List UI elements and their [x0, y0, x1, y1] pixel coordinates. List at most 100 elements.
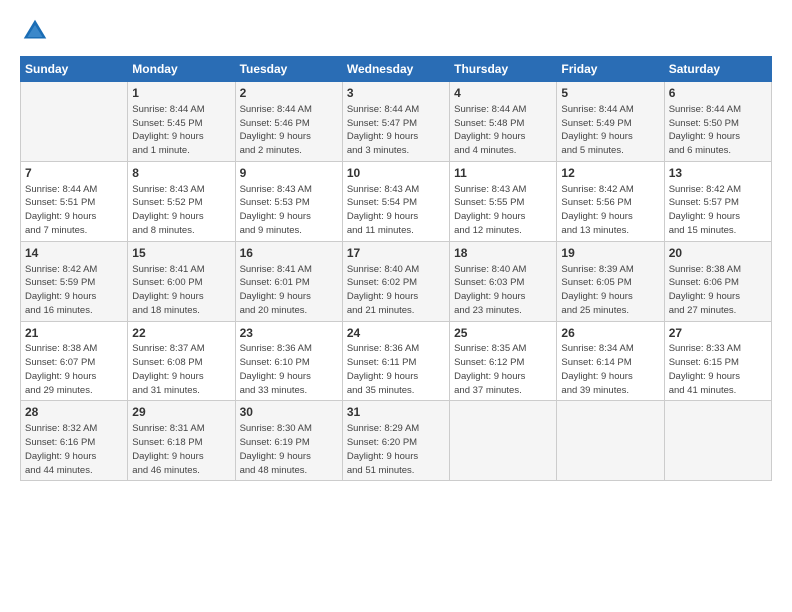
day-cell: 4Sunrise: 8:44 AMSunset: 5:48 PMDaylight… — [450, 82, 557, 162]
day-number: 24 — [347, 325, 445, 342]
day-cell: 2Sunrise: 8:44 AMSunset: 5:46 PMDaylight… — [235, 82, 342, 162]
day-info: Sunrise: 8:39 AMSunset: 6:05 PMDaylight:… — [561, 263, 659, 318]
header-cell-monday: Monday — [128, 57, 235, 82]
day-info: Sunrise: 8:38 AMSunset: 6:06 PMDaylight:… — [669, 263, 767, 318]
header-cell-tuesday: Tuesday — [235, 57, 342, 82]
day-number: 21 — [25, 325, 123, 342]
header-cell-sunday: Sunday — [21, 57, 128, 82]
day-number: 26 — [561, 325, 659, 342]
day-cell: 16Sunrise: 8:41 AMSunset: 6:01 PMDayligh… — [235, 241, 342, 321]
day-cell: 17Sunrise: 8:40 AMSunset: 6:02 PMDayligh… — [342, 241, 449, 321]
day-number: 3 — [347, 85, 445, 102]
day-number: 9 — [240, 165, 338, 182]
day-cell: 13Sunrise: 8:42 AMSunset: 5:57 PMDayligh… — [664, 161, 771, 241]
day-number: 1 — [132, 85, 230, 102]
week-row-3: 14Sunrise: 8:42 AMSunset: 5:59 PMDayligh… — [21, 241, 772, 321]
day-cell: 8Sunrise: 8:43 AMSunset: 5:52 PMDaylight… — [128, 161, 235, 241]
day-info: Sunrise: 8:38 AMSunset: 6:07 PMDaylight:… — [25, 342, 123, 397]
day-info: Sunrise: 8:43 AMSunset: 5:54 PMDaylight:… — [347, 183, 445, 238]
day-info: Sunrise: 8:36 AMSunset: 6:10 PMDaylight:… — [240, 342, 338, 397]
day-info: Sunrise: 8:31 AMSunset: 6:18 PMDaylight:… — [132, 422, 230, 477]
day-cell: 14Sunrise: 8:42 AMSunset: 5:59 PMDayligh… — [21, 241, 128, 321]
day-cell: 26Sunrise: 8:34 AMSunset: 6:14 PMDayligh… — [557, 321, 664, 401]
day-cell: 30Sunrise: 8:30 AMSunset: 6:19 PMDayligh… — [235, 401, 342, 481]
day-cell: 15Sunrise: 8:41 AMSunset: 6:00 PMDayligh… — [128, 241, 235, 321]
day-number: 31 — [347, 404, 445, 421]
header — [20, 16, 772, 46]
calendar-page: SundayMondayTuesdayWednesdayThursdayFrid… — [0, 0, 792, 612]
week-row-4: 21Sunrise: 8:38 AMSunset: 6:07 PMDayligh… — [21, 321, 772, 401]
day-number: 13 — [669, 165, 767, 182]
day-number: 11 — [454, 165, 552, 182]
day-cell: 9Sunrise: 8:43 AMSunset: 5:53 PMDaylight… — [235, 161, 342, 241]
day-number: 17 — [347, 245, 445, 262]
day-number: 29 — [132, 404, 230, 421]
day-number: 14 — [25, 245, 123, 262]
day-number: 19 — [561, 245, 659, 262]
day-cell: 24Sunrise: 8:36 AMSunset: 6:11 PMDayligh… — [342, 321, 449, 401]
day-number: 5 — [561, 85, 659, 102]
week-row-1: 1Sunrise: 8:44 AMSunset: 5:45 PMDaylight… — [21, 82, 772, 162]
day-number: 20 — [669, 245, 767, 262]
day-info: Sunrise: 8:36 AMSunset: 6:11 PMDaylight:… — [347, 342, 445, 397]
day-number: 18 — [454, 245, 552, 262]
day-cell: 3Sunrise: 8:44 AMSunset: 5:47 PMDaylight… — [342, 82, 449, 162]
logo — [20, 16, 54, 46]
day-info: Sunrise: 8:37 AMSunset: 6:08 PMDaylight:… — [132, 342, 230, 397]
day-info: Sunrise: 8:29 AMSunset: 6:20 PMDaylight:… — [347, 422, 445, 477]
day-info: Sunrise: 8:30 AMSunset: 6:19 PMDaylight:… — [240, 422, 338, 477]
day-info: Sunrise: 8:43 AMSunset: 5:53 PMDaylight:… — [240, 183, 338, 238]
day-info: Sunrise: 8:40 AMSunset: 6:03 PMDaylight:… — [454, 263, 552, 318]
day-cell: 22Sunrise: 8:37 AMSunset: 6:08 PMDayligh… — [128, 321, 235, 401]
day-info: Sunrise: 8:44 AMSunset: 5:48 PMDaylight:… — [454, 103, 552, 158]
day-number: 7 — [25, 165, 123, 182]
day-cell: 23Sunrise: 8:36 AMSunset: 6:10 PMDayligh… — [235, 321, 342, 401]
day-cell: 18Sunrise: 8:40 AMSunset: 6:03 PMDayligh… — [450, 241, 557, 321]
day-cell: 10Sunrise: 8:43 AMSunset: 5:54 PMDayligh… — [342, 161, 449, 241]
day-number: 22 — [132, 325, 230, 342]
day-info: Sunrise: 8:41 AMSunset: 6:01 PMDaylight:… — [240, 263, 338, 318]
day-number: 12 — [561, 165, 659, 182]
day-cell: 1Sunrise: 8:44 AMSunset: 5:45 PMDaylight… — [128, 82, 235, 162]
day-info: Sunrise: 8:41 AMSunset: 6:00 PMDaylight:… — [132, 263, 230, 318]
day-cell: 6Sunrise: 8:44 AMSunset: 5:50 PMDaylight… — [664, 82, 771, 162]
day-info: Sunrise: 8:44 AMSunset: 5:45 PMDaylight:… — [132, 103, 230, 158]
day-number: 10 — [347, 165, 445, 182]
day-number: 6 — [669, 85, 767, 102]
day-info: Sunrise: 8:42 AMSunset: 5:59 PMDaylight:… — [25, 263, 123, 318]
day-number: 23 — [240, 325, 338, 342]
day-cell: 29Sunrise: 8:31 AMSunset: 6:18 PMDayligh… — [128, 401, 235, 481]
day-info: Sunrise: 8:42 AMSunset: 5:56 PMDaylight:… — [561, 183, 659, 238]
day-number: 4 — [454, 85, 552, 102]
day-cell: 7Sunrise: 8:44 AMSunset: 5:51 PMDaylight… — [21, 161, 128, 241]
day-cell: 12Sunrise: 8:42 AMSunset: 5:56 PMDayligh… — [557, 161, 664, 241]
logo-icon — [20, 16, 50, 46]
day-number: 25 — [454, 325, 552, 342]
week-row-5: 28Sunrise: 8:32 AMSunset: 6:16 PMDayligh… — [21, 401, 772, 481]
day-info: Sunrise: 8:43 AMSunset: 5:52 PMDaylight:… — [132, 183, 230, 238]
day-cell: 31Sunrise: 8:29 AMSunset: 6:20 PMDayligh… — [342, 401, 449, 481]
day-info: Sunrise: 8:44 AMSunset: 5:46 PMDaylight:… — [240, 103, 338, 158]
day-number: 15 — [132, 245, 230, 262]
day-cell: 27Sunrise: 8:33 AMSunset: 6:15 PMDayligh… — [664, 321, 771, 401]
day-number: 28 — [25, 404, 123, 421]
header-row: SundayMondayTuesdayWednesdayThursdayFrid… — [21, 57, 772, 82]
day-cell: 20Sunrise: 8:38 AMSunset: 6:06 PMDayligh… — [664, 241, 771, 321]
day-number: 8 — [132, 165, 230, 182]
day-cell — [557, 401, 664, 481]
day-cell: 21Sunrise: 8:38 AMSunset: 6:07 PMDayligh… — [21, 321, 128, 401]
day-cell: 28Sunrise: 8:32 AMSunset: 6:16 PMDayligh… — [21, 401, 128, 481]
header-cell-wednesday: Wednesday — [342, 57, 449, 82]
day-info: Sunrise: 8:44 AMSunset: 5:51 PMDaylight:… — [25, 183, 123, 238]
day-number: 30 — [240, 404, 338, 421]
day-cell: 19Sunrise: 8:39 AMSunset: 6:05 PMDayligh… — [557, 241, 664, 321]
day-cell — [21, 82, 128, 162]
header-cell-friday: Friday — [557, 57, 664, 82]
day-cell: 11Sunrise: 8:43 AMSunset: 5:55 PMDayligh… — [450, 161, 557, 241]
day-cell: 5Sunrise: 8:44 AMSunset: 5:49 PMDaylight… — [557, 82, 664, 162]
calendar-table: SundayMondayTuesdayWednesdayThursdayFrid… — [20, 56, 772, 481]
day-info: Sunrise: 8:42 AMSunset: 5:57 PMDaylight:… — [669, 183, 767, 238]
day-cell — [664, 401, 771, 481]
day-info: Sunrise: 8:40 AMSunset: 6:02 PMDaylight:… — [347, 263, 445, 318]
day-info: Sunrise: 8:44 AMSunset: 5:49 PMDaylight:… — [561, 103, 659, 158]
